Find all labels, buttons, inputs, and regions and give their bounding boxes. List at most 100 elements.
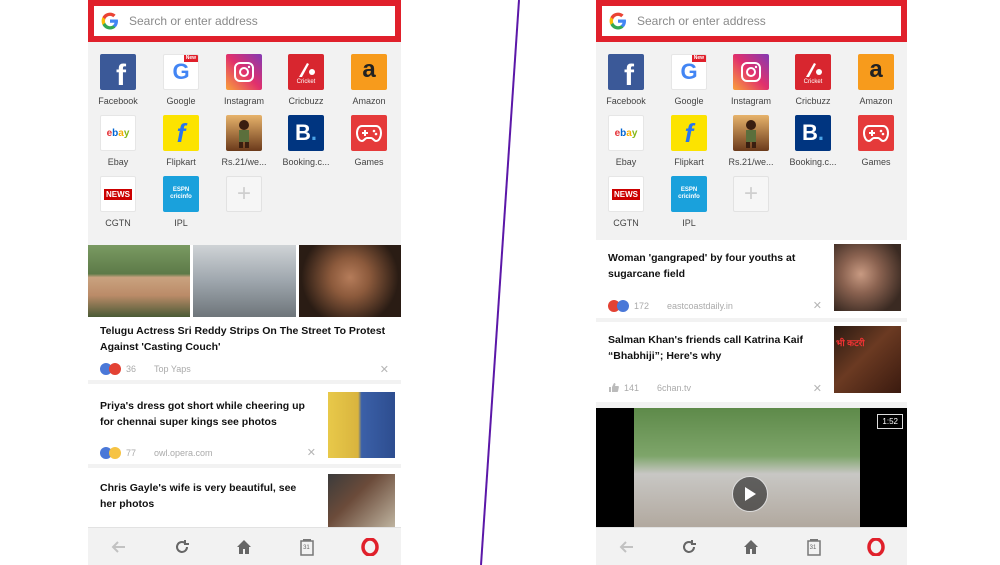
espn-cricinfo-icon: ESPN cricinfo: [671, 176, 707, 212]
back-button[interactable]: [104, 532, 134, 562]
add-icon: +: [733, 176, 769, 212]
haha-reaction-icon: [109, 447, 121, 459]
play-button[interactable]: [732, 476, 768, 512]
speed-dial-booking[interactable]: B. Booking.c...: [784, 115, 842, 167]
speed-dial-amazon[interactable]: a Amazon: [340, 54, 398, 106]
home-icon: [744, 539, 759, 554]
news-title: Woman 'gangraped' by four youths at suga…: [608, 252, 796, 280]
dismiss-icon[interactable]: ✕: [380, 363, 389, 376]
news-card[interactable]: Chris Gayle's wife is very beautiful, se…: [88, 468, 401, 530]
news-caption: NEWS: [612, 188, 640, 200]
reaction-count: 172: [634, 301, 650, 311]
news-title: Salman Khan's friends call Katrina Kaif …: [608, 334, 804, 362]
news-card[interactable]: Salman Khan's friends call Katrina Kaif …: [596, 322, 907, 402]
game-hero-icon: [733, 115, 769, 151]
home-button[interactable]: [736, 532, 766, 562]
speed-dial-label: Ebay: [107, 157, 129, 167]
ebay-icon: ebay: [608, 115, 644, 151]
gamepad-icon: [858, 115, 894, 151]
speed-dial-games[interactable]: Games: [340, 115, 398, 167]
speed-dial-booking[interactable]: B. Booking.c...: [277, 115, 335, 167]
google-icon: G New: [163, 54, 199, 90]
tabs-button[interactable]: 31: [799, 532, 829, 562]
dismiss-icon[interactable]: ✕: [813, 382, 822, 395]
speed-dial-label: IPL: [174, 218, 188, 228]
speed-dial-grid: f Facebook G New Google Instagram Cricket…: [596, 42, 907, 240]
speed-dial-facebook[interactable]: f Facebook: [89, 54, 147, 106]
news-thumbnail: [328, 474, 395, 530]
espn-cricinfo-icon: ESPN cricinfo: [163, 176, 199, 212]
speed-dial-label: Google: [674, 96, 704, 106]
speed-dial-instagram[interactable]: Instagram: [722, 54, 780, 106]
speed-dial-flipkart[interactable]: f Flipkart: [152, 115, 210, 167]
back-button[interactable]: [612, 532, 642, 562]
speed-dial-ipl[interactable]: ESPN cricinfo IPL: [660, 176, 718, 228]
speed-dial-game-offer[interactable]: Rs.21/we...: [215, 115, 273, 167]
search-input[interactable]: Search or enter address: [94, 6, 395, 36]
speed-dial-label: Rs.21/we...: [728, 157, 774, 167]
google-g-icon: [101, 12, 118, 30]
speed-dial-instagram[interactable]: Instagram: [215, 54, 273, 106]
speed-dial-ebay[interactable]: ebay Ebay: [89, 115, 147, 167]
news-thumbnail: [834, 244, 901, 311]
opera-menu-button[interactable]: [355, 532, 385, 562]
bottom-navigation: 31: [88, 527, 401, 565]
game-hero-icon: [226, 115, 262, 151]
news-photo-3: [299, 245, 401, 317]
dismiss-icon[interactable]: ✕: [307, 446, 316, 459]
news-thumbnail: भी कटरी: [834, 326, 901, 393]
reaction-count: 36: [126, 364, 137, 374]
speed-dial-ebay[interactable]: ebay Ebay: [597, 115, 655, 167]
speed-dial-google[interactable]: G New Google: [660, 54, 718, 106]
speed-dial-label: Facebook: [98, 96, 138, 106]
speed-dial-label: Rs.21/we...: [221, 157, 267, 167]
tabs-count: 31: [809, 544, 817, 551]
cricbuzz-icon: Cricket: [288, 54, 324, 90]
address-bar-frame: Search or enter address: [88, 0, 401, 42]
speed-dial-cricbuzz[interactable]: Cricket Cricbuzz: [277, 54, 335, 106]
speed-dial-flipkart[interactable]: f Flipkart: [660, 115, 718, 167]
google-icon: G New: [671, 54, 707, 90]
news-card[interactable]: Priya's dress got short while cheering u…: [88, 384, 401, 464]
speed-dial-label: Instagram: [223, 96, 265, 106]
video-duration: 1:52: [877, 414, 903, 429]
reload-icon: [683, 539, 697, 553]
tabs-button[interactable]: 31: [292, 532, 322, 562]
news-source: eastcoastdaily.in: [667, 301, 733, 311]
speed-dial-label: Booking.c...: [789, 157, 837, 167]
speed-dial-label: Facebook: [606, 96, 646, 106]
news-title: Telugu Actress Sri Reddy Strips On The S…: [100, 325, 386, 353]
add-speed-dial-button[interactable]: +: [722, 176, 780, 212]
speed-dial-facebook[interactable]: f Facebook: [597, 54, 655, 106]
speed-dial-cgtn[interactable]: NEWS CGTN: [89, 176, 147, 228]
search-input[interactable]: Search or enter address: [602, 6, 901, 36]
speed-dial-game-offer[interactable]: Rs.21/we...: [722, 115, 780, 167]
cricket-caption: Cricket: [296, 79, 316, 85]
home-button[interactable]: [229, 532, 259, 562]
video-card[interactable]: 1:52: [596, 408, 907, 528]
speed-dial-amazon[interactable]: a Amazon: [847, 54, 905, 106]
add-icon: +: [226, 176, 262, 212]
gamepad-icon: [351, 115, 387, 151]
news-card[interactable]: Woman 'gangraped' by four youths at suga…: [596, 240, 907, 318]
speed-dial-cgtn[interactable]: NEWS CGTN: [597, 176, 655, 228]
speed-dial-label: Instagram: [730, 96, 772, 106]
flipkart-icon: f: [671, 115, 707, 151]
opera-menu-button[interactable]: [861, 532, 891, 562]
news-card[interactable]: Telugu Actress Sri Reddy Strips On The S…: [88, 245, 401, 380]
reload-button[interactable]: [674, 532, 704, 562]
back-arrow-icon: [619, 540, 634, 553]
speed-dial-cricbuzz[interactable]: Cricket Cricbuzz: [784, 54, 842, 106]
reload-button[interactable]: [167, 532, 197, 562]
speed-dial-google[interactable]: G New Google: [152, 54, 210, 106]
address-bar-frame: Search or enter address: [596, 0, 907, 42]
speed-dial-ipl[interactable]: ESPN cricinfo IPL: [152, 176, 210, 228]
ebay-icon: ebay: [100, 115, 136, 151]
news-meta: 77 owl.opera.com: [100, 447, 213, 459]
speed-dial-games[interactable]: Games: [847, 115, 905, 167]
facebook-icon: f: [608, 54, 644, 90]
add-speed-dial-button[interactable]: +: [215, 176, 273, 212]
cricket-caption: Cricket: [803, 79, 823, 85]
dismiss-icon[interactable]: ✕: [813, 299, 822, 312]
speed-dial-label: Flipkart: [166, 157, 196, 167]
